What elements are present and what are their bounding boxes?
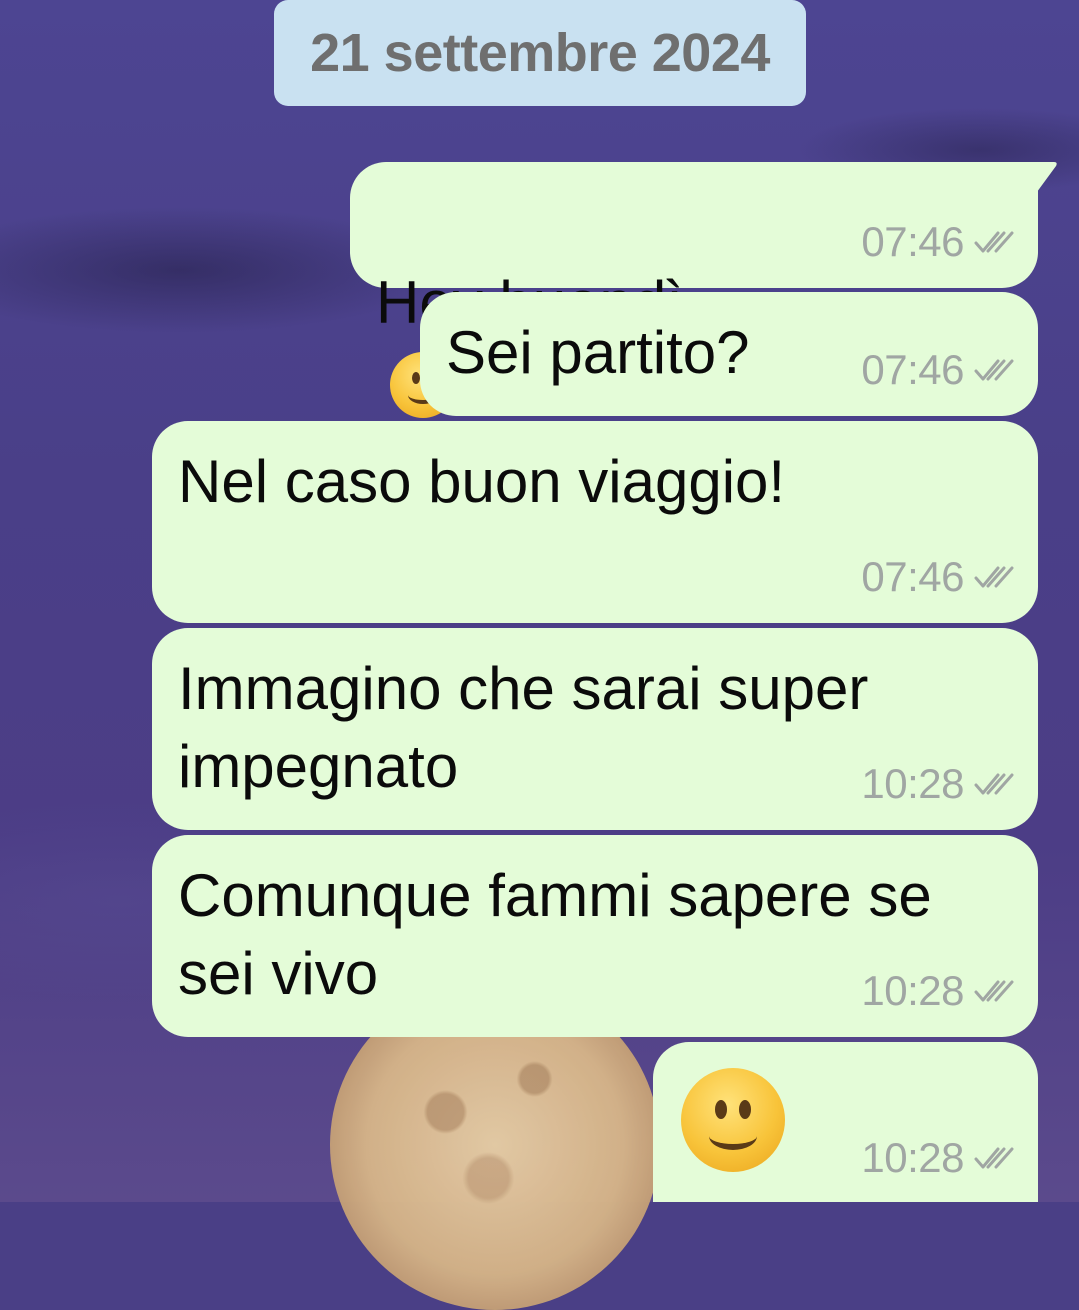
double-tick-icon <box>974 773 1014 795</box>
message-bubble[interactable]: Sei partito? 07:46 <box>420 292 1038 416</box>
double-tick-icon <box>974 1147 1014 1169</box>
message-time: 10:28 <box>861 1134 964 1181</box>
message-time: 10:28 <box>861 760 964 807</box>
message-text: Immagino che sarai super impegnato <box>178 655 869 800</box>
message-meta: 07:46 <box>861 346 1014 394</box>
message-time: 07:46 <box>861 553 964 600</box>
message-text: Comunque fammi sapere se sei vivo <box>178 862 932 1007</box>
message-text: Nel caso buon viaggio! <box>178 448 786 515</box>
double-tick-icon <box>974 980 1014 1002</box>
message-meta: 07:46 <box>861 553 1014 601</box>
double-tick-icon <box>974 566 1014 588</box>
message-bubble[interactable]: 10:28 <box>653 1042 1038 1202</box>
message-bubble[interactable]: Nel caso buon viaggio! 07:46 <box>152 421 1038 623</box>
message-bubble[interactable]: Comunque fammi sapere se sei vivo 10:28 <box>152 835 1038 1037</box>
bubble-tail <box>1028 162 1057 196</box>
double-tick-icon <box>974 231 1014 253</box>
message-bubble[interactable]: Hey buondì 07:46 <box>350 162 1057 419</box>
message-meta: 10:28 <box>861 1134 1014 1182</box>
slightly-smiling-face-icon <box>681 1068 785 1172</box>
message-time: 07:46 <box>861 218 964 265</box>
message-meta: 10:28 <box>861 760 1014 808</box>
message-time: 07:46 <box>861 346 964 393</box>
message-bubble[interactable]: Immagino che sarai super impegnato 10:28 <box>152 628 1038 830</box>
message-time: 10:28 <box>861 967 964 1014</box>
double-tick-icon <box>974 359 1014 381</box>
message-meta: 07:46 <box>861 218 1014 266</box>
date-separator: 21 settembre 2024 <box>274 0 806 106</box>
message-text: Sei partito? <box>446 319 750 386</box>
message-meta: 10:28 <box>861 967 1014 1015</box>
